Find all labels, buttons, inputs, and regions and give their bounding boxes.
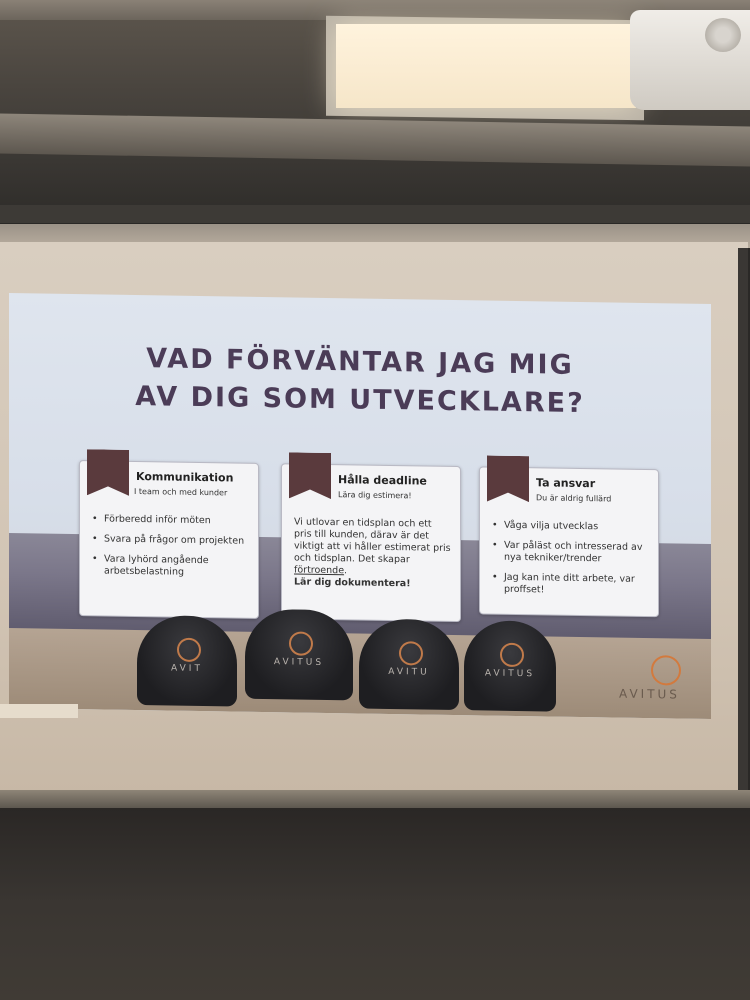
ceiling-light: [336, 24, 636, 108]
card-body-bold: Lär dig dokumentera!: [294, 576, 411, 590]
list-item: Förberedd inför möten: [92, 513, 252, 528]
cap-brand-text: AVIT: [171, 663, 203, 675]
card-list: Våga vilja utvecklas Var påläst och intr…: [492, 520, 652, 607]
bookmark-ribbon-icon: [487, 456, 529, 503]
card-title: Ta ansvar: [536, 476, 596, 491]
card-subtitle: Du är aldrig fullärd: [536, 493, 612, 504]
slide-title-line-2: AV DIG SOM UTVECKLARE?: [135, 380, 585, 420]
projector-speaker-icon: [705, 18, 741, 52]
cap-image: AVITU: [359, 618, 459, 711]
presentation-slide: VAD FÖRVÄNTAR JAG MIG AV DIG SOM UTVECKL…: [9, 293, 711, 720]
list-item: Jag kan inte ditt arbete, var proffset!: [492, 572, 652, 599]
bookmark-ribbon-icon: [289, 452, 331, 499]
card-body-underlined: förtroende: [294, 564, 345, 577]
screen-side-edge: [738, 248, 748, 793]
ceiling-beam: [0, 205, 750, 223]
cap-brand-text: AVITUS: [273, 657, 325, 668]
bookmark-ribbon-icon: [87, 449, 129, 496]
card-subtitle: Lära dig estimera!: [338, 490, 412, 501]
card-halla-deadline: Hålla deadline Lära dig estimera! Vi utl…: [281, 463, 461, 623]
card-ta-ansvar: Ta ansvar Du är aldrig fullärd Våga vilj…: [479, 466, 659, 618]
card-kommunikation: Kommunikation I team och med kunder Förb…: [79, 460, 259, 619]
room-wall-lower: [0, 808, 750, 1000]
card-body: Vi utlovar en tidsplan och ett pris till…: [294, 516, 451, 590]
card-subtitle: I team och med kunder: [134, 486, 228, 498]
cap-brand-text: AVITU: [388, 666, 430, 678]
card-body-text: Vi utlovar en tidsplan och ett pris till…: [294, 516, 451, 566]
card-title: Kommunikation: [136, 469, 234, 485]
slide-brand-logo-text: AVITUS: [619, 686, 680, 702]
slide-title-line-1: VAD FÖRVÄNTAR JAG MIG: [146, 343, 574, 381]
cap-brand-text: AVITUS: [484, 668, 536, 680]
avitus-logo-icon: [399, 641, 423, 666]
avitus-logo-icon: [500, 642, 524, 668]
screen-casing-bottom: [0, 790, 750, 808]
list-item: Vara lyhörd angående arbetsbelastning: [92, 553, 252, 580]
cap-image: AVITUS: [464, 620, 556, 712]
list-item: Våga vilja utvecklas: [492, 520, 652, 535]
avitus-logo-icon: [651, 655, 681, 686]
cap-image: AVIT: [137, 615, 237, 707]
list-item: Var påläst och intresserad av nya teknik…: [492, 540, 652, 567]
card-list: Förberedd inför möten Svara på frågor om…: [92, 513, 252, 588]
lectern-edge: [0, 704, 78, 718]
avitus-logo-icon: [289, 631, 313, 656]
cap-image: AVITUS: [245, 608, 353, 701]
list-item: Svara på frågor om projekten: [92, 533, 252, 548]
avitus-logo-icon: [177, 637, 201, 663]
card-title: Hålla deadline: [338, 473, 427, 488]
